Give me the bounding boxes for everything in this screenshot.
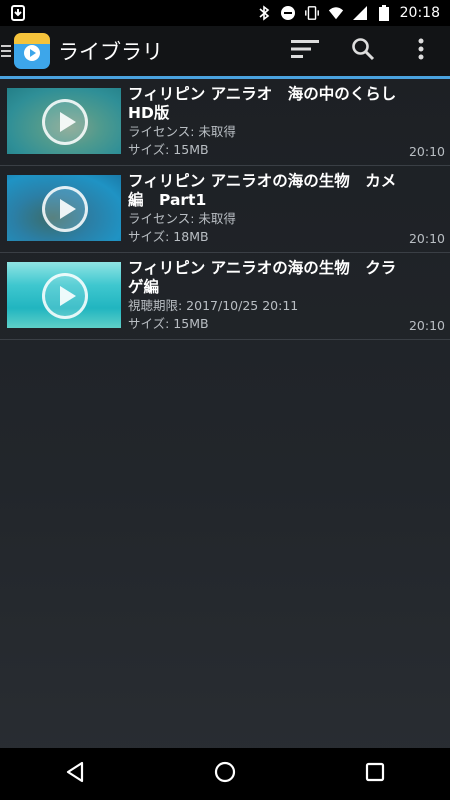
timestamp: 20:10 xyxy=(408,318,445,333)
sort-button[interactable] xyxy=(276,26,334,76)
app-logo[interactable] xyxy=(14,33,50,69)
list-item[interactable]: フィリピン アニラオの海の生物 カメ編 Part1 ライセンス: 未取得 サイズ… xyxy=(0,166,450,253)
video-thumbnail[interactable] xyxy=(7,262,121,328)
back-icon xyxy=(65,761,85,787)
video-title: フィリピン アニラオの海の生物 クラゲ編 xyxy=(128,259,397,296)
file-size: サイズ: 15MB xyxy=(128,316,209,331)
download-icon xyxy=(10,5,26,21)
list-item[interactable]: フィリピン アニラオの海の生物 クラゲ編 視聴期限: 2017/10/25 20… xyxy=(0,253,450,340)
recents-button[interactable] xyxy=(345,748,405,800)
file-size: サイズ: 18MB xyxy=(128,229,209,244)
video-thumbnail[interactable] xyxy=(7,88,121,154)
vibrate-icon xyxy=(304,5,320,21)
video-title: フィリピン アニラオ 海の中のくらし HD版 xyxy=(128,85,412,122)
play-icon xyxy=(42,273,88,319)
back-button[interactable] xyxy=(45,748,105,800)
home-icon xyxy=(214,761,236,787)
more-icon xyxy=(418,38,424,64)
status-bar: 20:18 xyxy=(0,0,450,26)
license-status: ライセンス: 未取得 xyxy=(128,124,236,139)
signal-icon xyxy=(352,5,368,21)
recents-icon xyxy=(365,762,385,786)
sort-icon xyxy=(291,39,319,63)
more-options-button[interactable] xyxy=(392,26,450,76)
file-size: サイズ: 15MB xyxy=(128,142,209,157)
app-bar: ライブラリ xyxy=(0,26,450,79)
drawer-menu-icon[interactable] xyxy=(0,26,12,76)
play-icon xyxy=(42,99,88,145)
play-icon xyxy=(42,186,88,232)
list-item[interactable]: フィリピン アニラオ 海の中のくらし HD版 ライセンス: 未取得 サイズ: 1… xyxy=(0,79,450,166)
status-time: 20:18 xyxy=(399,5,440,21)
search-icon xyxy=(351,37,375,65)
dnd-icon xyxy=(280,5,296,21)
expiry-date: 視聴期限: 2017/10/25 20:11 xyxy=(128,298,299,313)
video-title: フィリピン アニラオの海の生物 カメ編 Part1 xyxy=(128,172,397,209)
video-list: フィリピン アニラオ 海の中のくらし HD版 ライセンス: 未取得 サイズ: 1… xyxy=(0,79,450,340)
license-status: ライセンス: 未取得 xyxy=(128,211,236,226)
wifi-icon xyxy=(328,5,344,21)
battery-icon xyxy=(376,5,392,21)
video-thumbnail[interactable] xyxy=(7,175,121,241)
page-title: ライブラリ xyxy=(58,40,163,64)
bluetooth-icon xyxy=(256,5,272,21)
search-button[interactable] xyxy=(334,26,392,76)
home-button[interactable] xyxy=(195,748,255,800)
timestamp: 20:10 xyxy=(408,144,445,159)
navigation-bar xyxy=(0,748,450,800)
timestamp: 20:10 xyxy=(408,231,445,246)
